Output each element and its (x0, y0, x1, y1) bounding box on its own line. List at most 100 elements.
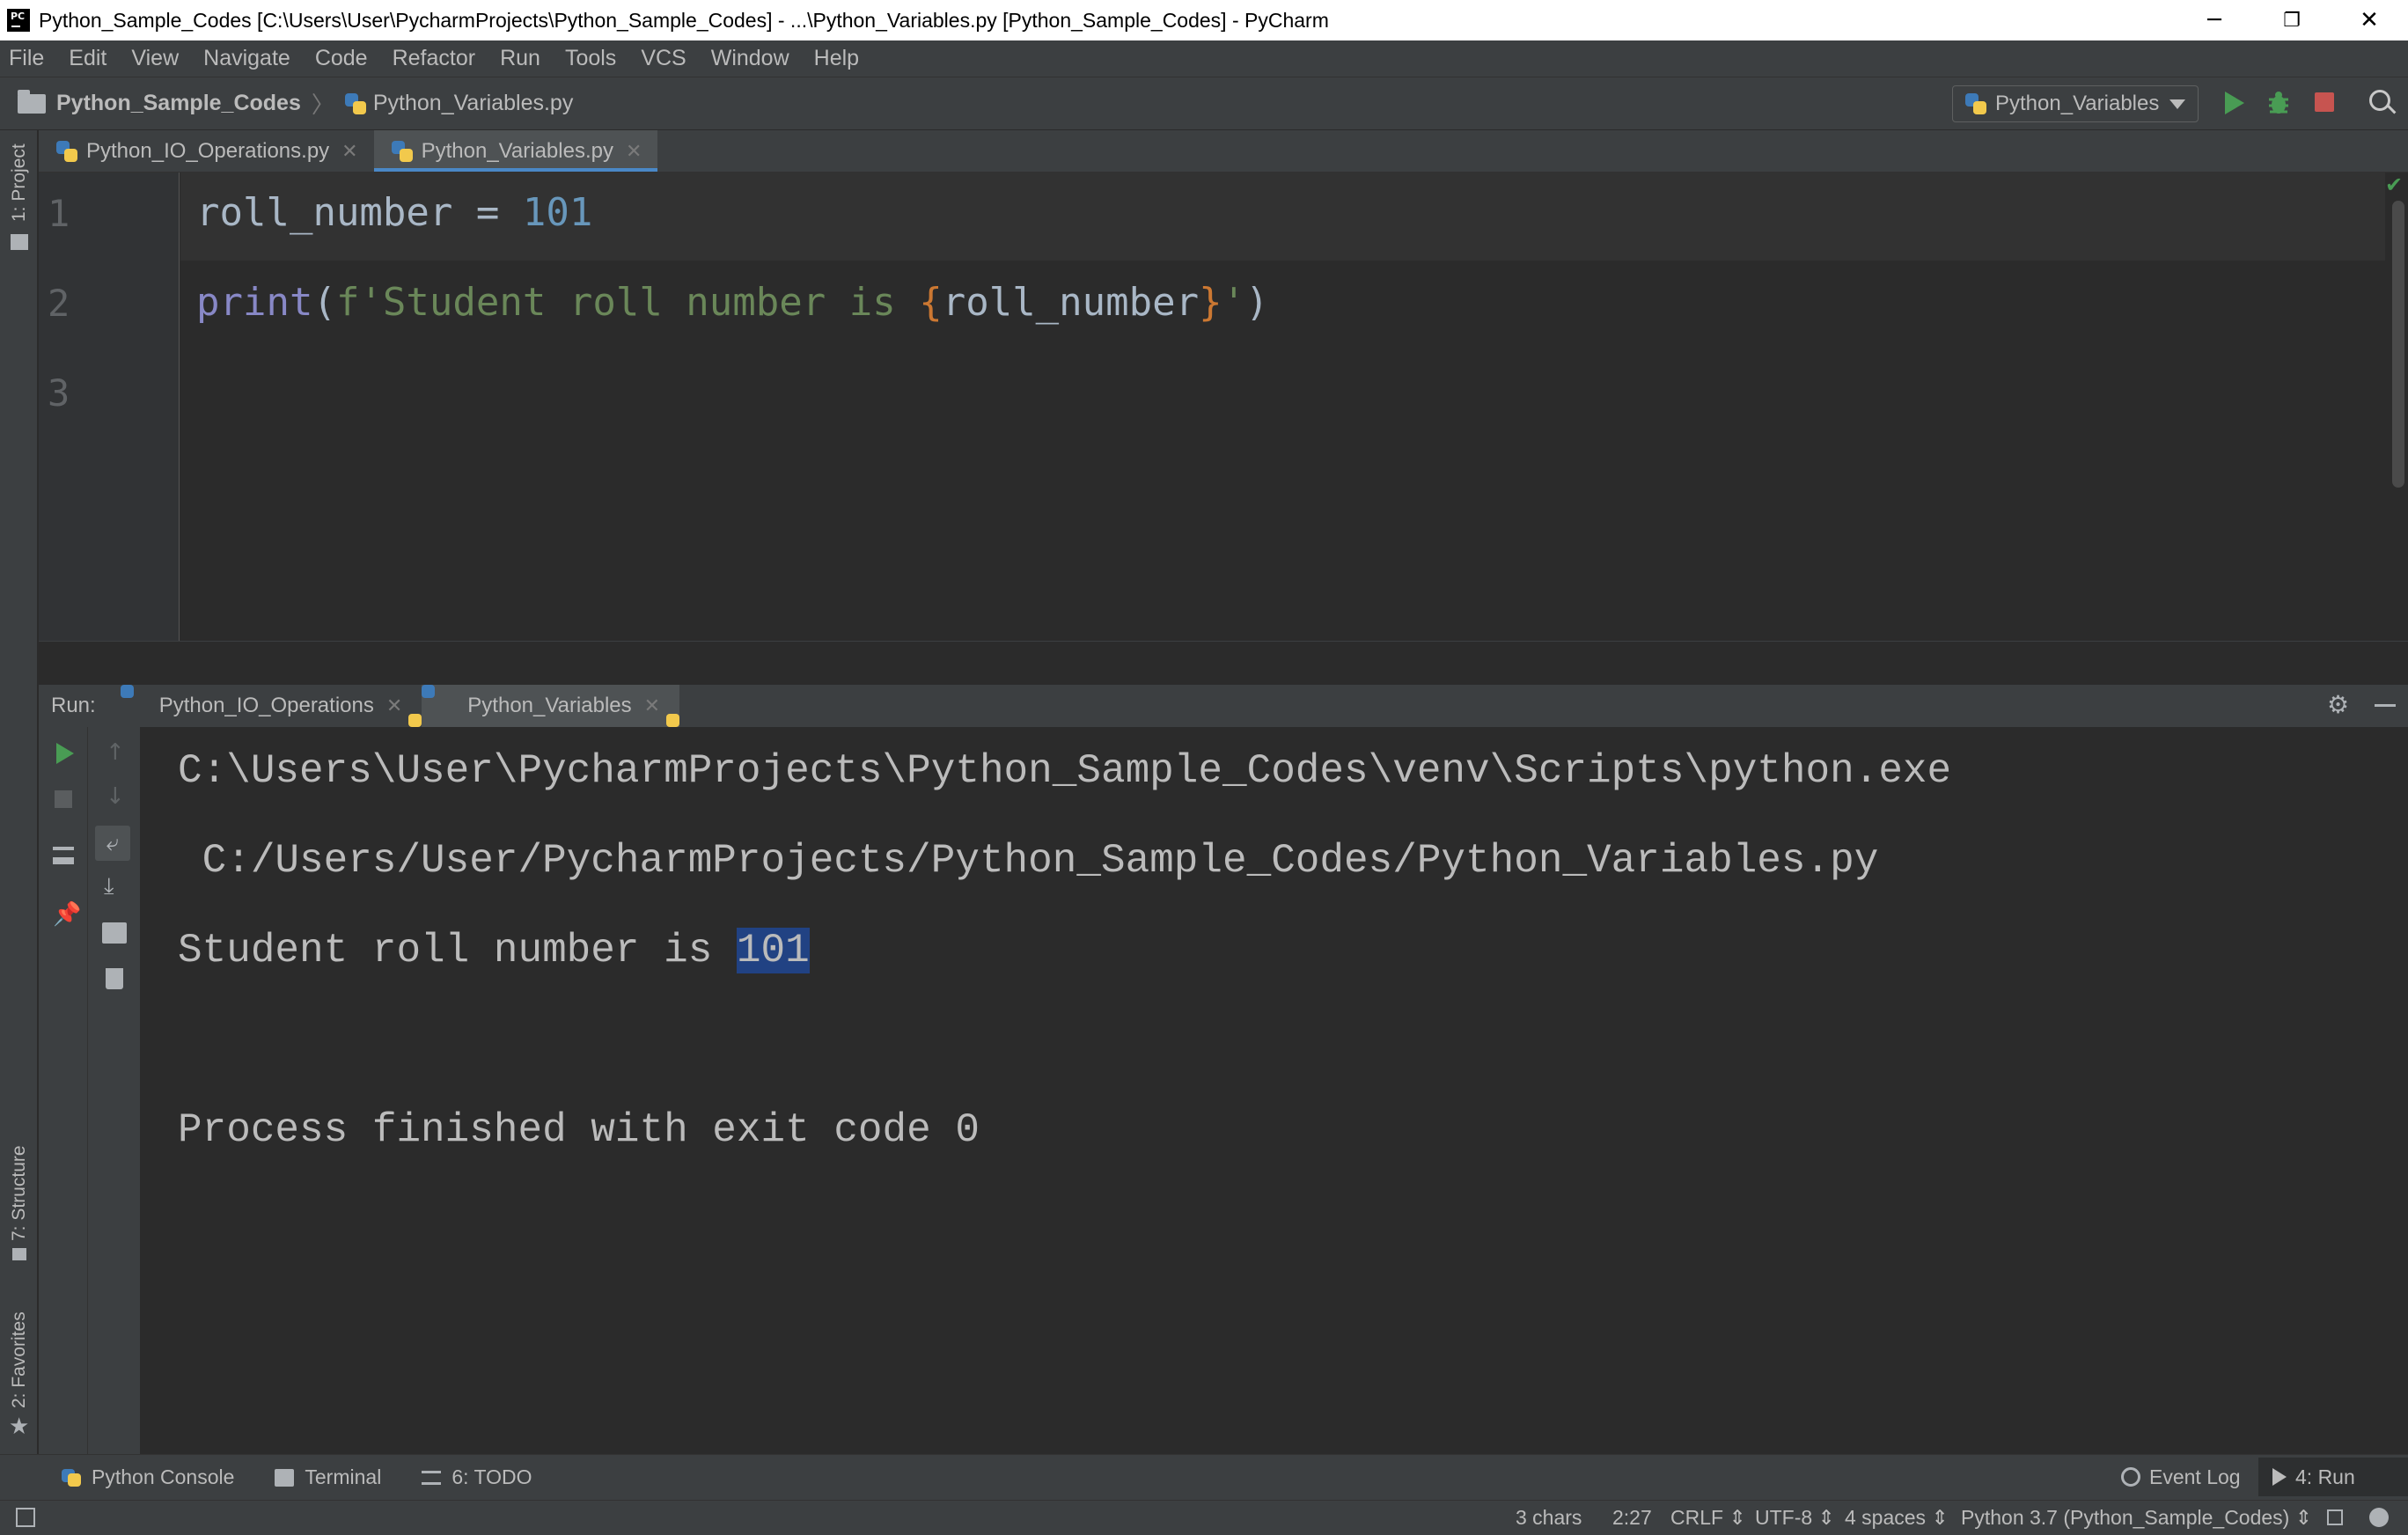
menu-tools[interactable]: Tools (565, 46, 616, 71)
print-icon[interactable] (102, 922, 127, 944)
bottom-tool-bar: Python Console Terminal 6: TODO (0, 1454, 2408, 1500)
title-bar: Python_Sample_Codes [C:\Users\User\Pycha… (0, 0, 2408, 40)
caret-position[interactable]: 2:27 (1612, 1506, 1652, 1530)
run-tool-tab[interactable]: 4: Run (2258, 1458, 2408, 1496)
variable-token: roll_number (196, 190, 453, 235)
star-icon: ★ (9, 1414, 30, 1440)
scroll-to-end-icon[interactable]: ⤓ (104, 873, 114, 900)
python-file-icon (129, 695, 150, 716)
breadcrumb-file[interactable]: Python_Variables.py (373, 91, 573, 116)
menu-help[interactable]: Help (814, 46, 859, 71)
menu-window[interactable]: Window (711, 46, 789, 71)
favorites-tool-button[interactable]: 2: Favorites (9, 1311, 30, 1408)
menu-run[interactable]: Run (500, 46, 540, 71)
line-separator[interactable]: CRLF ⇕ (1670, 1506, 1746, 1530)
panel-splitter[interactable] (39, 641, 2408, 685)
operator-token: = (452, 190, 523, 235)
debug-bug-icon[interactable] (2267, 91, 2290, 115)
code-editor[interactable]: roll_number = 101 print(f'Student roll n… (180, 173, 2385, 641)
selected-text: 101 (736, 928, 810, 973)
down-arrow-icon[interactable]: ↓ (106, 783, 125, 810)
gear-icon[interactable]: ⚙ (2327, 693, 2352, 717)
up-arrow-icon[interactable]: ↑ (106, 739, 125, 766)
structure-icon (12, 1248, 26, 1260)
run-tab-label: Python_Variables (467, 694, 632, 717)
editor-scrollbar[interactable] (2392, 201, 2404, 488)
string-token: ' (1222, 280, 1246, 325)
left-tool-stripe: 1: Project 7: Structure 2: Favorites ★ (0, 130, 38, 1454)
event-log-label: Event Log (2149, 1465, 2241, 1488)
line-number: 1 (48, 192, 70, 235)
output-text: Student roll number is (178, 928, 737, 973)
close-tab-icon[interactable]: ✕ (386, 694, 402, 717)
pycharm-logo-icon (7, 9, 30, 32)
window-controls: ─ ❐ ✕ (2176, 0, 2408, 40)
indent-setting[interactable]: 4 spaces ⇕ (1845, 1506, 1949, 1530)
todo-list-icon (422, 1470, 442, 1485)
builtin-function-token: print (196, 280, 313, 325)
menu-refactor[interactable]: Refactor (393, 46, 475, 71)
python-file-icon (391, 140, 413, 162)
code-line-2: print(f'Student roll number is {roll_num… (196, 280, 1269, 325)
window-title: Python_Sample_Codes [C:\Users\User\Pycha… (39, 8, 1329, 32)
soft-wrap-icon[interactable]: ⤶ (95, 826, 130, 861)
menu-view[interactable]: View (131, 46, 179, 71)
menu-edit[interactable]: Edit (69, 46, 106, 71)
toggle-tool-windows-icon[interactable] (16, 1508, 35, 1527)
console-line-output: Student roll number is 101 (178, 928, 810, 973)
search-icon[interactable] (2369, 90, 2390, 111)
fstring-expression-token: roll_number (942, 280, 1200, 325)
python-console-tab[interactable]: Python Console (62, 1465, 234, 1489)
console-line: C:/Users/User/PycharmProjects/Python_Sam… (178, 838, 1879, 884)
file-encoding[interactable]: UTF-8 ⇕ (1755, 1506, 1835, 1530)
hide-panel-icon[interactable] (2375, 704, 2396, 707)
python-file-icon (56, 140, 77, 162)
tab-python-variables[interactable]: Python_Variables.py ✕ (373, 130, 658, 172)
menu-file[interactable]: File (9, 46, 44, 71)
tab-python-io-operations[interactable]: Python_IO_Operations.py ✕ (39, 130, 374, 172)
close-tab-icon[interactable]: ✕ (644, 694, 660, 717)
pin-icon[interactable]: 📌 (53, 901, 81, 928)
project-folder-icon (11, 234, 28, 250)
run-tab-python-io-operations[interactable]: Python_IO_Operations ✕ (121, 685, 422, 727)
menu-navigate[interactable]: Navigate (203, 46, 290, 71)
menu-vcs[interactable]: VCS (641, 46, 686, 71)
restore-button[interactable]: ❐ (2253, 0, 2331, 40)
inspection-icon[interactable] (2369, 1508, 2389, 1527)
status-bar: 3 chars 2:27 CRLF ⇕ UTF-8 ⇕ 4 spaces ⇕ P… (0, 1500, 2408, 1535)
lock-icon[interactable] (2327, 1509, 2343, 1525)
python-file-icon (1965, 93, 1986, 114)
structure-tool-button[interactable]: 7: Structure (9, 1145, 30, 1241)
close-tab-icon[interactable]: ✕ (626, 140, 642, 163)
code-line-1: roll_number = 101 (196, 190, 592, 235)
event-log-tab[interactable]: Event Log (2121, 1461, 2241, 1493)
brace-token: { (919, 280, 943, 325)
breadcrumb-separator: 〉 (311, 92, 334, 119)
rerun-icon[interactable] (56, 743, 74, 764)
run-tab-python-variables[interactable]: Python_Variables ✕ (422, 685, 680, 727)
terminal-icon (275, 1468, 295, 1487)
todo-label: 6: TODO (452, 1465, 532, 1488)
chevron-down-icon (2169, 99, 2185, 109)
project-tool-button[interactable]: 1: Project (9, 143, 30, 222)
todo-tab[interactable]: 6: TODO (422, 1465, 532, 1489)
run-tab-label: Python_IO_Operations (158, 694, 374, 717)
event-log-icon (2121, 1467, 2140, 1487)
console-output[interactable]: C:\Users\User\PycharmProjects\Python_Sam… (141, 727, 2408, 1454)
python-console-label: Python Console (92, 1465, 235, 1488)
line-number-gutter: 1 2 3 (39, 173, 180, 641)
stop-icon[interactable] (55, 790, 72, 808)
terminal-tab[interactable]: Terminal (275, 1465, 381, 1489)
breadcrumb-project[interactable]: Python_Sample_Codes (56, 91, 301, 116)
trash-icon[interactable] (106, 968, 123, 989)
close-tab-icon[interactable]: ✕ (341, 140, 357, 163)
run-icon[interactable] (2225, 92, 2244, 114)
python-interpreter[interactable]: Python 3.7 (Python_Sample_Codes) ⇕ (1961, 1506, 2312, 1530)
run-configuration-dropdown[interactable]: Python_Variables (1952, 85, 2199, 122)
terminal-label: Terminal (305, 1465, 382, 1488)
stop-icon[interactable] (2315, 92, 2334, 112)
minimize-button[interactable]: ─ (2176, 0, 2253, 40)
close-window-button[interactable]: ✕ (2331, 0, 2408, 40)
menu-code[interactable]: Code (315, 46, 368, 71)
layout-icon[interactable] (53, 847, 74, 864)
